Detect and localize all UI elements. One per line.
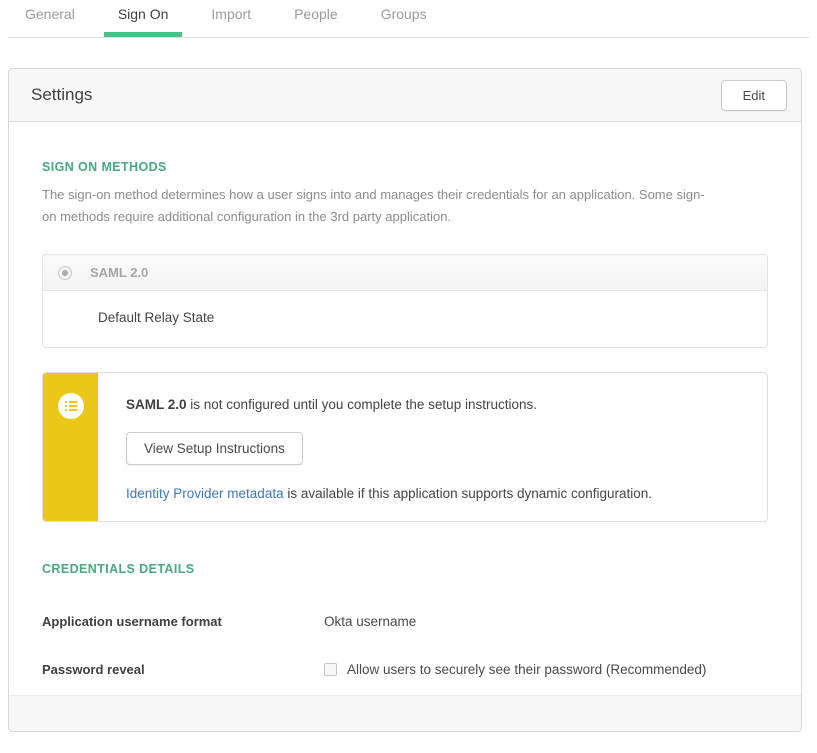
setup-callout-message-rest: is not configured until you complete the…: [187, 397, 537, 412]
edit-button[interactable]: Edit: [721, 80, 787, 111]
saml-method-header: SAML 2.0: [43, 255, 767, 291]
saml-method-name: SAML 2.0: [90, 265, 148, 280]
application-username-format-label: Application username format: [42, 614, 324, 629]
saml-method-body: Default Relay State: [43, 291, 767, 347]
saml-radio-button[interactable]: [58, 266, 72, 280]
idp-metadata-line: Identity Provider metadata is available …: [126, 486, 747, 501]
credentials-row-password-reveal: Password reveal Allow users to securely …: [42, 662, 768, 677]
tab-sign-on[interactable]: Sign On: [104, 0, 183, 37]
setup-callout-message: SAML 2.0 is not configured until you com…: [126, 397, 747, 412]
default-relay-state-label: Default Relay State: [98, 310, 214, 325]
tab-groups[interactable]: Groups: [367, 0, 441, 37]
setup-callout: SAML 2.0 is not configured until you com…: [42, 372, 768, 522]
password-reveal-checkbox-wrap: Allow users to securely see their passwo…: [324, 662, 706, 677]
tab-import[interactable]: Import: [197, 0, 265, 37]
tab-people[interactable]: People: [280, 0, 352, 37]
page-title: Settings: [31, 85, 92, 105]
saml-method-box: SAML 2.0 Default Relay State: [42, 254, 768, 348]
credentials-details-heading: CREDENTIALS DETAILS: [42, 562, 768, 576]
settings-panel: Settings Edit SIGN ON METHODS The sign-o…: [8, 68, 802, 732]
app-tab-bar: General Sign On Import People Groups: [8, 0, 809, 38]
sign-on-methods-heading: SIGN ON METHODS: [42, 160, 768, 174]
setup-callout-bar: [43, 373, 98, 521]
identity-provider-metadata-link[interactable]: Identity Provider metadata: [126, 486, 284, 501]
setup-callout-message-bold: SAML 2.0: [126, 397, 187, 412]
setup-callout-content: SAML 2.0 is not configured until you com…: [98, 373, 767, 521]
description-line-1: The sign-on method determines how a user…: [42, 184, 768, 206]
description-line-2: on methods require additional configurat…: [42, 206, 768, 228]
view-setup-instructions-button[interactable]: View Setup Instructions: [126, 432, 303, 465]
settings-panel-footer: [9, 695, 801, 731]
settings-panel-body: SIGN ON METHODS The sign-on method deter…: [9, 122, 801, 695]
password-reveal-checkbox-label: Allow users to securely see their passwo…: [347, 662, 706, 677]
tab-general[interactable]: General: [11, 0, 89, 37]
application-username-format-value: Okta username: [324, 614, 416, 629]
password-reveal-checkbox[interactable]: [324, 663, 337, 676]
settings-panel-header: Settings Edit: [9, 69, 801, 122]
bulleted-list-icon: [58, 393, 84, 424]
idp-metadata-line-rest: is available if this application support…: [284, 486, 652, 501]
credentials-row-username-format: Application username format Okta usernam…: [42, 614, 768, 629]
password-reveal-label: Password reveal: [42, 662, 324, 677]
sign-on-methods-description: The sign-on method determines how a user…: [42, 184, 768, 228]
